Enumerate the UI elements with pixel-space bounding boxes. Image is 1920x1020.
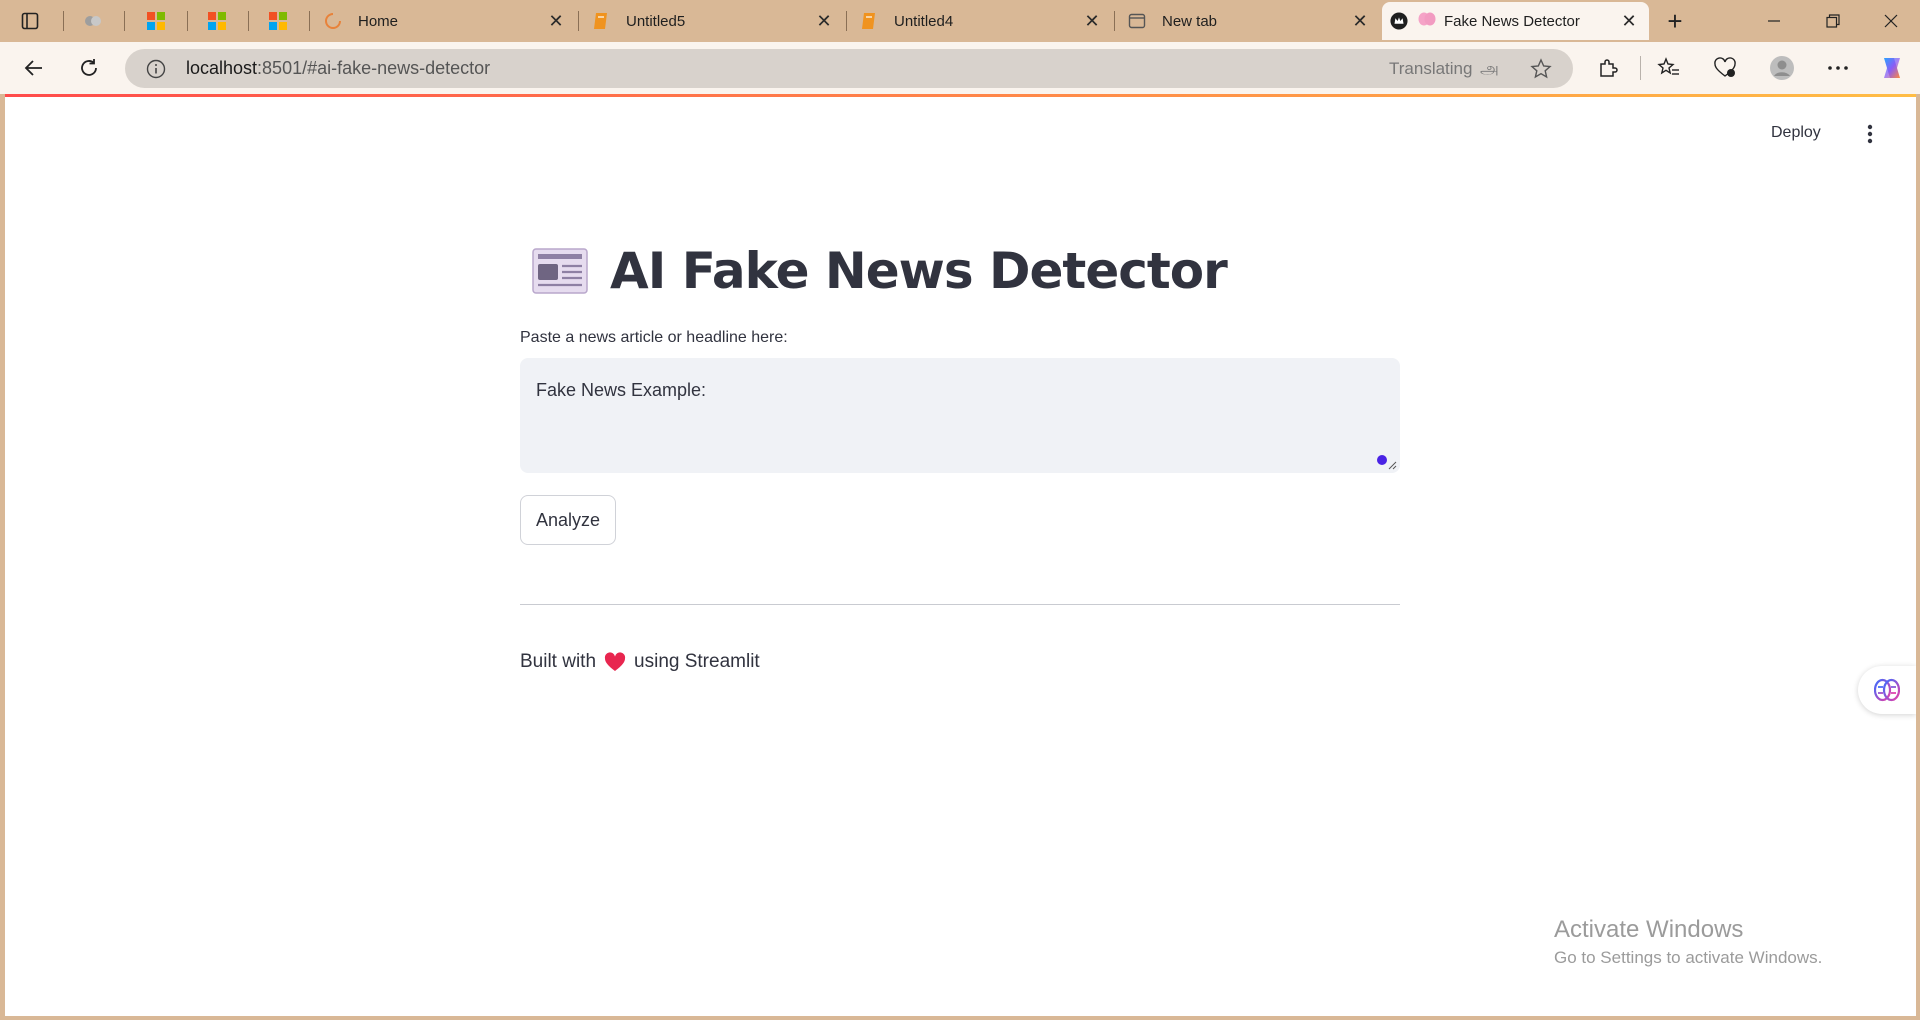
- settings-more-button[interactable]: [1820, 50, 1856, 86]
- heart-pulse-icon: [1714, 57, 1736, 77]
- divider: [520, 604, 1400, 605]
- pinned-tab-1[interactable]: [70, 4, 116, 38]
- translating-status: Translating: [1389, 59, 1473, 78]
- sidebar-icon: [21, 12, 39, 30]
- jupyter-notebook-icon: [592, 12, 610, 30]
- page-title-row: AI Fake News Detector: [532, 242, 1228, 300]
- microsoft-logo-icon: [269, 12, 287, 30]
- brain-icon: [1418, 11, 1436, 31]
- copilot-icon: [1884, 58, 1900, 78]
- copilot-button[interactable]: [1874, 50, 1910, 86]
- browser-essentials-button[interactable]: [1707, 50, 1743, 86]
- minimize-button[interactable]: [1745, 0, 1803, 42]
- close-window-button[interactable]: [1862, 0, 1920, 42]
- tab-untitled5[interactable]: Untitled5 ✕: [580, 2, 844, 40]
- browser-toolbar: localhost:8501/#ai-fake-news-detector Tr…: [0, 42, 1920, 94]
- microsoft-logo-icon: [147, 12, 165, 30]
- news-textarea[interactable]: Fake News Example:: [520, 358, 1400, 473]
- minimize-icon: [1768, 20, 1780, 22]
- favorites-list-icon: [1657, 57, 1679, 75]
- reload-icon: [81, 59, 97, 76]
- brain-icon: [1874, 678, 1900, 702]
- analyze-button[interactable]: Analyze: [520, 495, 616, 545]
- tab-untitled4[interactable]: Untitled4 ✕: [848, 2, 1112, 40]
- tab-title: Fake News Detector: [1444, 12, 1580, 30]
- news-input-label: Paste a news article or headline here:: [520, 329, 788, 346]
- tab-fake-news-detector[interactable]: Fake News Detector ✕: [1382, 2, 1649, 40]
- tab-title: New tab: [1162, 12, 1218, 30]
- heart-icon: [604, 652, 626, 671]
- tab-home[interactable]: Home ✕: [312, 2, 576, 40]
- grammarly-indicator-icon[interactable]: [1377, 455, 1387, 465]
- jupyter-notebook-icon: [860, 12, 878, 30]
- close-icon: [1884, 14, 1898, 28]
- pinned-tab-4[interactable]: [255, 4, 301, 38]
- puzzle-icon: [1600, 59, 1618, 77]
- url-host: localhost: [186, 58, 258, 78]
- footer-after: using Streamlit: [634, 651, 760, 672]
- loading-spinner-icon: [324, 12, 342, 30]
- main-menu-button[interactable]: [1858, 121, 1882, 147]
- close-tab-icon[interactable]: ✕: [810, 7, 838, 35]
- close-tab-icon[interactable]: ✕: [1346, 7, 1374, 35]
- close-tab-icon[interactable]: ✕: [542, 7, 570, 35]
- translate-icon[interactable]: அ: [1480, 59, 1499, 81]
- new-tab-button[interactable]: +: [1653, 6, 1697, 36]
- restore-icon: [1826, 14, 1840, 28]
- footer-text: Built with using Streamlit: [520, 651, 760, 673]
- tab-title: Untitled4: [894, 12, 954, 30]
- page-viewport: Deploy AI Fake News Detector Paste a new…: [5, 94, 1916, 1016]
- pinned-tab-2[interactable]: [133, 4, 179, 38]
- url-text[interactable]: localhost:8501/#ai-fake-news-detector: [186, 58, 490, 79]
- avatar-icon: [1770, 56, 1794, 80]
- back-button[interactable]: [16, 50, 52, 86]
- close-tab-icon[interactable]: ✕: [1078, 7, 1106, 35]
- more-vertical-icon: [1867, 124, 1873, 144]
- newspaper-icon: [532, 248, 588, 294]
- tab-new-tab[interactable]: New tab ✕: [1116, 2, 1380, 40]
- streamlit-crown-icon: [1390, 12, 1408, 30]
- news-textarea-value[interactable]: Fake News Example:: [536, 380, 706, 401]
- site-info-icon[interactable]: [145, 58, 167, 80]
- favorites-button[interactable]: [1651, 50, 1687, 86]
- tab-title: Home: [358, 12, 399, 30]
- footer-before: Built with: [520, 651, 597, 672]
- close-tab-icon[interactable]: ✕: [1615, 7, 1643, 35]
- new-tab-icon: [1128, 12, 1146, 30]
- grey-circle-favicon-icon: [85, 16, 101, 26]
- microsoft-logo-icon: [208, 12, 226, 30]
- tab-title: Untitled5: [626, 12, 686, 30]
- browser-tab-strip: Home ✕ Untitled5 ✕ Untitled4 ✕ New tab ✕…: [0, 0, 1920, 42]
- profile-button[interactable]: [1764, 50, 1800, 86]
- restore-button[interactable]: [1804, 0, 1862, 42]
- page-title: AI Fake News Detector: [610, 242, 1228, 300]
- streamlit-decoration-bar: [5, 94, 1916, 97]
- extensions-button[interactable]: [1590, 50, 1626, 86]
- activate-subtitle: Go to Settings to activate Windows.: [1554, 948, 1823, 967]
- star-icon: [1530, 58, 1552, 79]
- resize-handle-icon[interactable]: [1387, 460, 1397, 470]
- favorite-star-button[interactable]: [1529, 57, 1553, 81]
- address-bar[interactable]: localhost:8501/#ai-fake-news-detector Tr…: [125, 49, 1573, 88]
- url-path: :8501/#ai-fake-news-detector: [257, 58, 491, 78]
- deploy-button[interactable]: Deploy: [1771, 124, 1821, 142]
- activate-title: Activate Windows: [1554, 916, 1744, 943]
- pinned-tab-3[interactable]: [194, 4, 240, 38]
- activate-windows-watermark: Activate Windows Go to Settings to activ…: [1554, 916, 1822, 968]
- reload-button[interactable]: [71, 50, 107, 86]
- tab-actions-button[interactable]: [8, 6, 52, 36]
- more-horizontal-icon: [1828, 66, 1848, 70]
- floating-assistant-button[interactable]: [1858, 666, 1916, 714]
- back-arrow-icon: [24, 60, 42, 76]
